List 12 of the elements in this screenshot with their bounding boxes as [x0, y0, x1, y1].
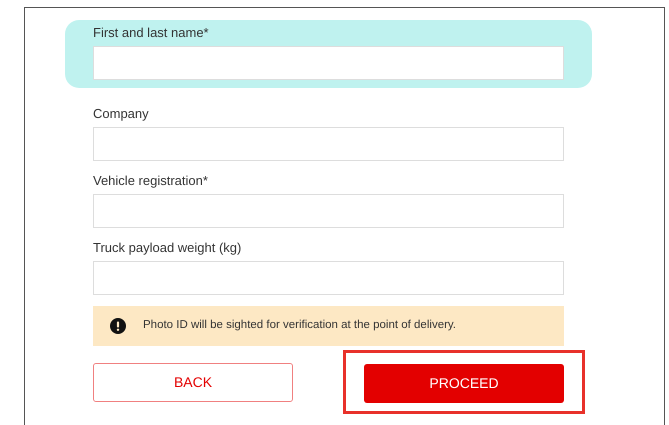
field-label: First and last name*: [93, 24, 210, 42]
back-button[interactable]: BACK: [93, 362, 293, 402]
field-label: Truck payload weight (kg): [93, 239, 242, 257]
exclamation-icon: [110, 318, 126, 334]
input-field[interactable]: [93, 194, 564, 228]
notice-text: Photo ID will be sighted for verification at the point of delivery.: [143, 318, 456, 334]
input-field[interactable]: [93, 46, 564, 80]
input-field[interactable]: [93, 127, 564, 161]
input-field[interactable]: [93, 261, 564, 295]
field-label: Company: [93, 105, 150, 123]
proceed-button[interactable]: PROCEED: [364, 364, 564, 403]
field-label: Vehicle registration*: [93, 172, 209, 190]
